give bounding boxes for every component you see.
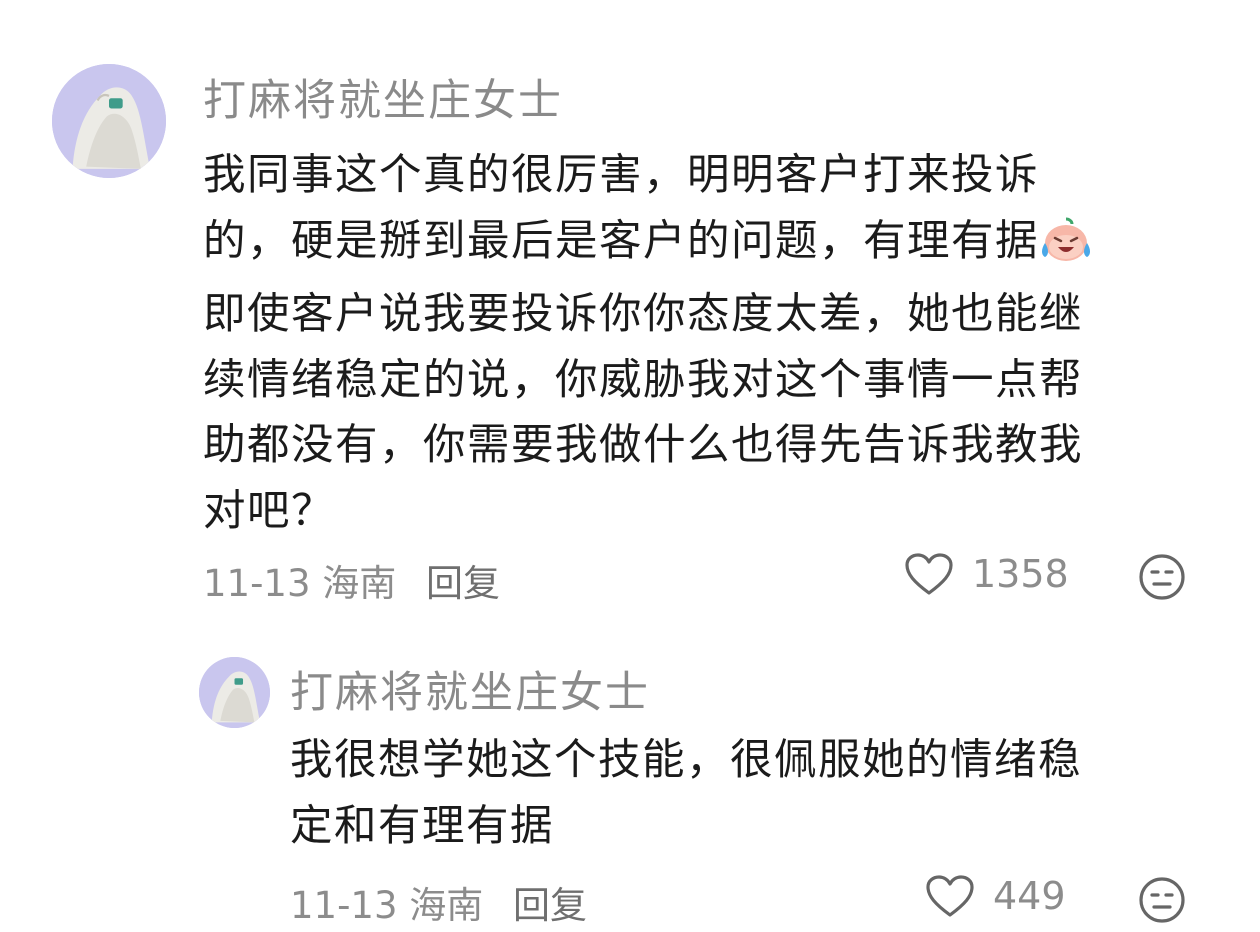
comment-date: 11-13 [203,562,311,605]
dislike-button[interactable] [1138,553,1186,605]
comment-line: 续情绪稳定的说，你威胁我对这个事情一点帮 [203,355,1084,405]
like-count: 449 [993,874,1066,918]
comment-text: 我同事这个真的很厉害，明明客户打来投诉 的，硬是掰到最后是客户的问题，有理有据 … [203,143,1203,544]
comment-username[interactable]: 打麻将就坐庄女士 [290,658,650,720]
like-count: 1358 [972,552,1069,596]
comment-line: 我同事这个真的很厉害，明明客户打来投诉 [203,151,1040,200]
crying-laughing-emoji-icon [1039,217,1093,283]
dislike-button[interactable] [1138,876,1186,928]
avatar[interactable] [52,64,166,178]
heart-outline-icon [926,875,974,917]
avatar-image [199,657,270,728]
meh-face-icon [1139,554,1185,600]
comment-line: 即使客户说我要投诉你你态度太差，她也能继 [203,290,1084,339]
comment-date: 11-13 [290,884,398,927]
comment-line: 我很想学她这个技能，很佩服她的情绪稳 [290,736,1083,785]
heart-outline-icon [905,553,953,595]
reply-button[interactable]: 回复 [426,562,500,605]
comment-location: 海南 [409,884,484,927]
avatar-image [52,64,166,178]
meh-face-icon [1139,877,1185,923]
comment-location: 海南 [322,562,397,605]
like-button[interactable]: 1358 [904,552,1069,596]
comment-username[interactable]: 打麻将就坐庄女士 [203,66,563,128]
like-button[interactable]: 449 [925,874,1066,918]
comment-line: 助都没有，你需要我做什么也得先告诉我教我 [203,421,1084,470]
comment-line: 定和有理有据 [290,801,555,851]
comment-meta: 11-13 海南 回复 [203,553,500,607]
comment-text: 我很想学她这个技能，很佩服她的情绪稳 定和有理有据 [290,728,1210,859]
comment-line: 的，硬是掰到最后是客户的问题，有理有据 [203,209,1203,283]
comment-line: 对吧？ [203,486,336,536]
comment-meta: 11-13 海南 回复 [290,875,587,929]
avatar[interactable] [199,657,270,728]
reply-button[interactable]: 回复 [513,884,587,927]
